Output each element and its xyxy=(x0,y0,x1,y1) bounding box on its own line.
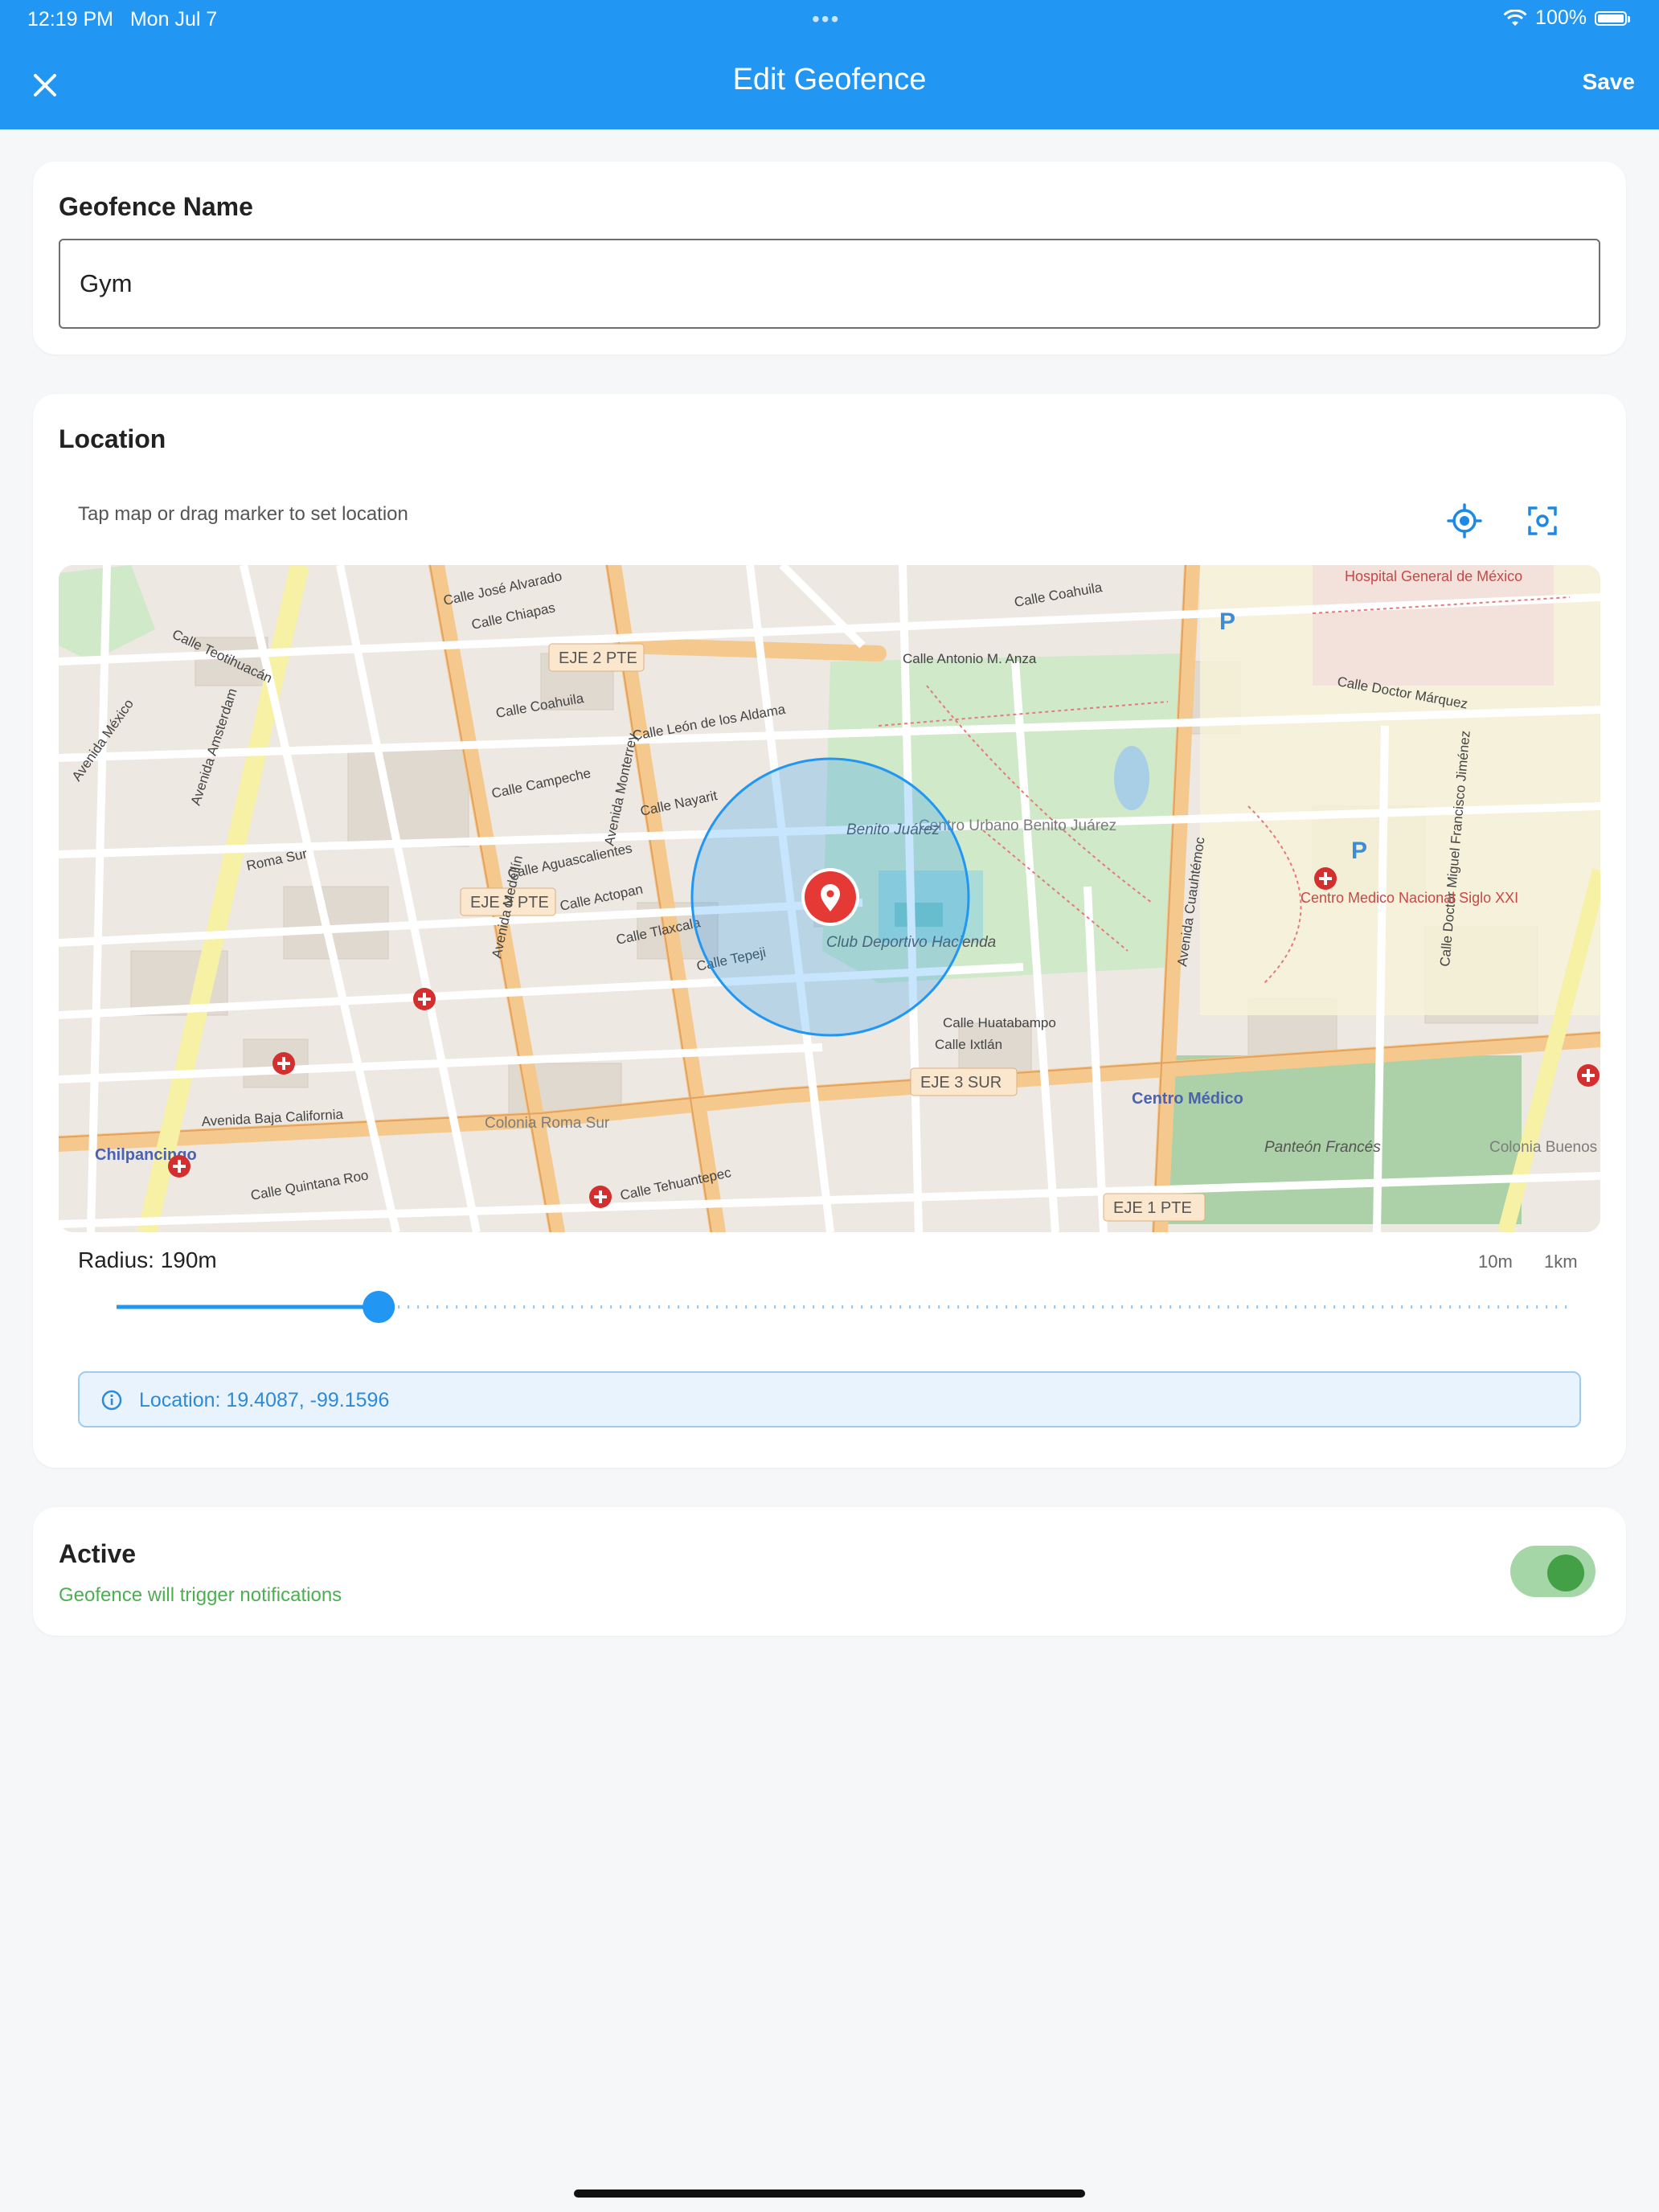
map-hint: Tap map or drag marker to set location xyxy=(78,503,408,525)
location-label: Location xyxy=(59,424,166,453)
geofence-name-label: Geofence Name xyxy=(59,192,253,221)
radius-min-label: 10m xyxy=(1478,1251,1513,1272)
map-view[interactable]: EJE 2 PTE EJE 3 PTE EJE 3 SUR EJE 1 PTE … xyxy=(59,565,1600,1232)
radius-label: Radius: 190m xyxy=(78,1247,217,1272)
battery-icon xyxy=(1595,10,1630,26)
multitasking-dots[interactable]: ••• xyxy=(812,6,840,32)
status-date: Mon Jul 7 xyxy=(129,8,218,31)
app-bar: 12:19 PM Mon Jul 7 ••• 100% Edit Geofenc… xyxy=(0,0,1659,129)
slider-thumb[interactable] xyxy=(363,1291,395,1323)
geofence-name-card: Geofence Name xyxy=(33,162,1626,354)
page-title: Edit Geofence xyxy=(732,63,927,96)
location-card: Location Tap map or drag marker to set l… xyxy=(33,394,1626,1468)
active-toggle[interactable] xyxy=(1510,1546,1596,1597)
active-subtitle: Geofence will trigger notifications xyxy=(59,1584,342,1606)
info-icon xyxy=(101,1390,122,1411)
radius-slider[interactable] xyxy=(114,1291,1573,1323)
status-time: 12:19 PM Mon Jul 7 xyxy=(27,8,218,31)
center-focus-icon[interactable] xyxy=(1523,502,1562,540)
my-location-icon[interactable] xyxy=(1445,502,1484,540)
geofence-name-input[interactable] xyxy=(59,239,1600,329)
coordinates-banner: Location: 19.4087, -99.1596 xyxy=(78,1371,1581,1428)
home-indicator[interactable] xyxy=(574,2189,1085,2198)
active-card: Active Geofence will trigger notificatio… xyxy=(33,1507,1626,1636)
coordinates-text: Location: 19.4087, -99.1596 xyxy=(139,1389,390,1411)
save-button[interactable]: Save xyxy=(1583,69,1635,95)
active-label: Active xyxy=(59,1539,137,1568)
toggle-knob xyxy=(1547,1555,1584,1591)
battery-percent: 100% xyxy=(1535,6,1587,29)
wifi-icon xyxy=(1503,9,1527,26)
location-marker-icon[interactable] xyxy=(800,866,861,928)
status-indicators: 100% xyxy=(1503,6,1630,30)
radius-max-label: 1km xyxy=(1544,1251,1578,1272)
